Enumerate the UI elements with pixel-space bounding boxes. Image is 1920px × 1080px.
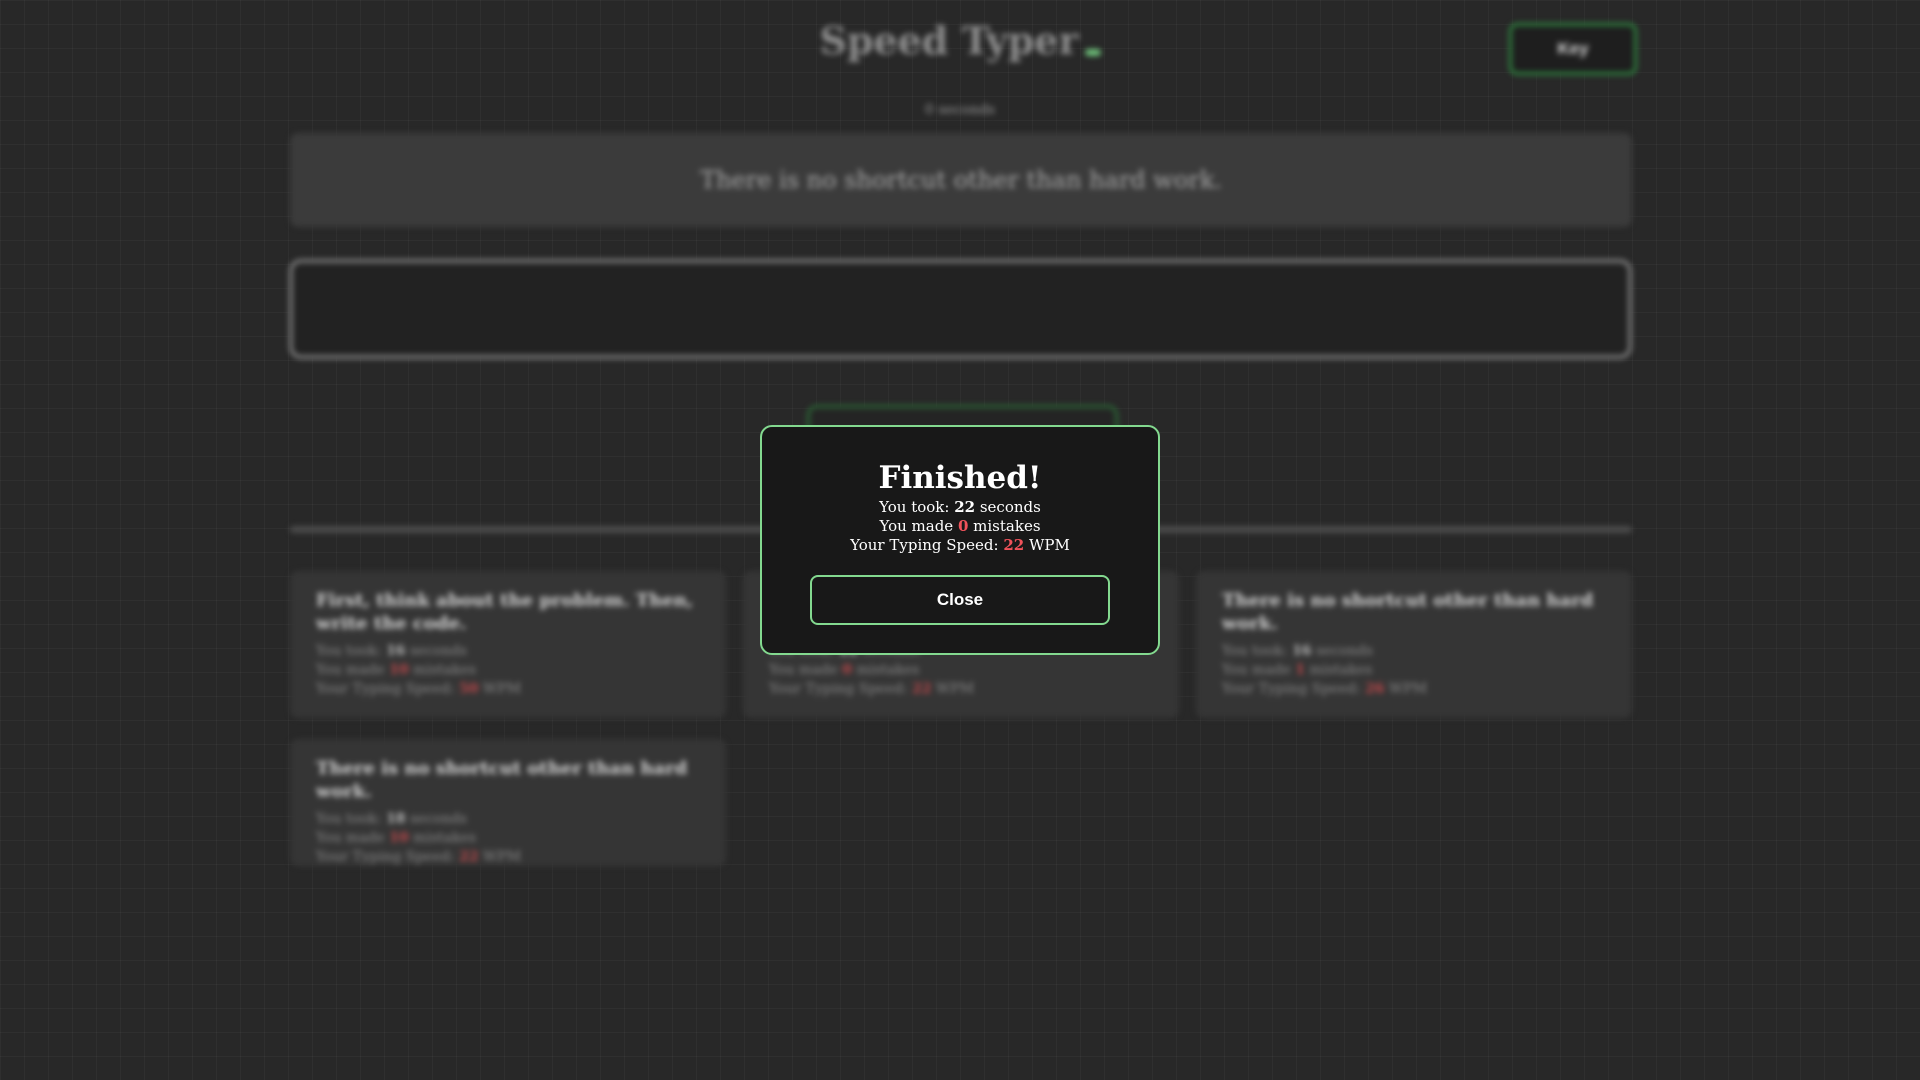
app-title-text: Speed Typer [819, 18, 1079, 63]
history-card-time: You took: 18 seconds [316, 811, 467, 827]
history-card-speed: Your Typing Speed: 22 WPM [316, 849, 522, 865]
finished-modal: Finished! You took: 22 seconds You made … [760, 425, 1160, 655]
history-card-mistakes: You made 0 mistakes [769, 662, 920, 678]
modal-time-line: You took: 22 seconds [879, 498, 1041, 516]
key-button[interactable]: Key [1509, 23, 1637, 75]
history-card-mistakes: You made 10 mistakes [316, 662, 477, 678]
close-button[interactable]: Close [810, 575, 1110, 625]
history-card-time: You took: 16 seconds [316, 643, 467, 659]
history-card-mistakes: You made 1 mistakes [1222, 662, 1373, 678]
modal-mistakes-line: You made 0 mistakes [879, 517, 1041, 535]
history-card: First, think about the problem. Then, wr… [290, 571, 726, 718]
modal-speed-value: 22 [1003, 536, 1025, 554]
history-card-quote: There is no shortcut other than hard wor… [1222, 590, 1594, 634]
history-card-speed: Your Typing Speed: 22 WPM [769, 681, 975, 697]
history-card-speed: Your Typing Speed: 26 WPM [1222, 681, 1428, 697]
timer-text: 0 seconds [924, 102, 996, 118]
typing-input[interactable] [289, 259, 1632, 359]
modal-title: Finished! [878, 460, 1042, 496]
history-card: There is no shortcut other than hard wor… [1196, 571, 1632, 718]
page-background: Speed Typer Key 0 seconds There is no sh… [0, 0, 1920, 1080]
history-card-quote: There is no shortcut other than hard wor… [316, 758, 688, 802]
modal-speed-line: Your Typing Speed: 22 WPM [850, 536, 1070, 554]
modal-stats: You took: 22 seconds You made 0 mistakes… [762, 498, 1158, 555]
modal-mistakes-value: 0 [957, 517, 969, 535]
history-card: There is no shortcut other than hard wor… [290, 739, 726, 866]
prompt-quote: There is no shortcut other than hard wor… [290, 133, 1632, 227]
modal-time-value: 22 [954, 498, 976, 516]
history-card-speed: Your Typing Speed: 50 WPM [316, 681, 522, 697]
history-card-quote: First, think about the problem. Then, wr… [316, 590, 694, 634]
version-badge [1084, 49, 1101, 56]
history-card-time: You took: 16 seconds [1222, 643, 1373, 659]
history-card-mistakes: You made 10 mistakes [316, 830, 477, 846]
